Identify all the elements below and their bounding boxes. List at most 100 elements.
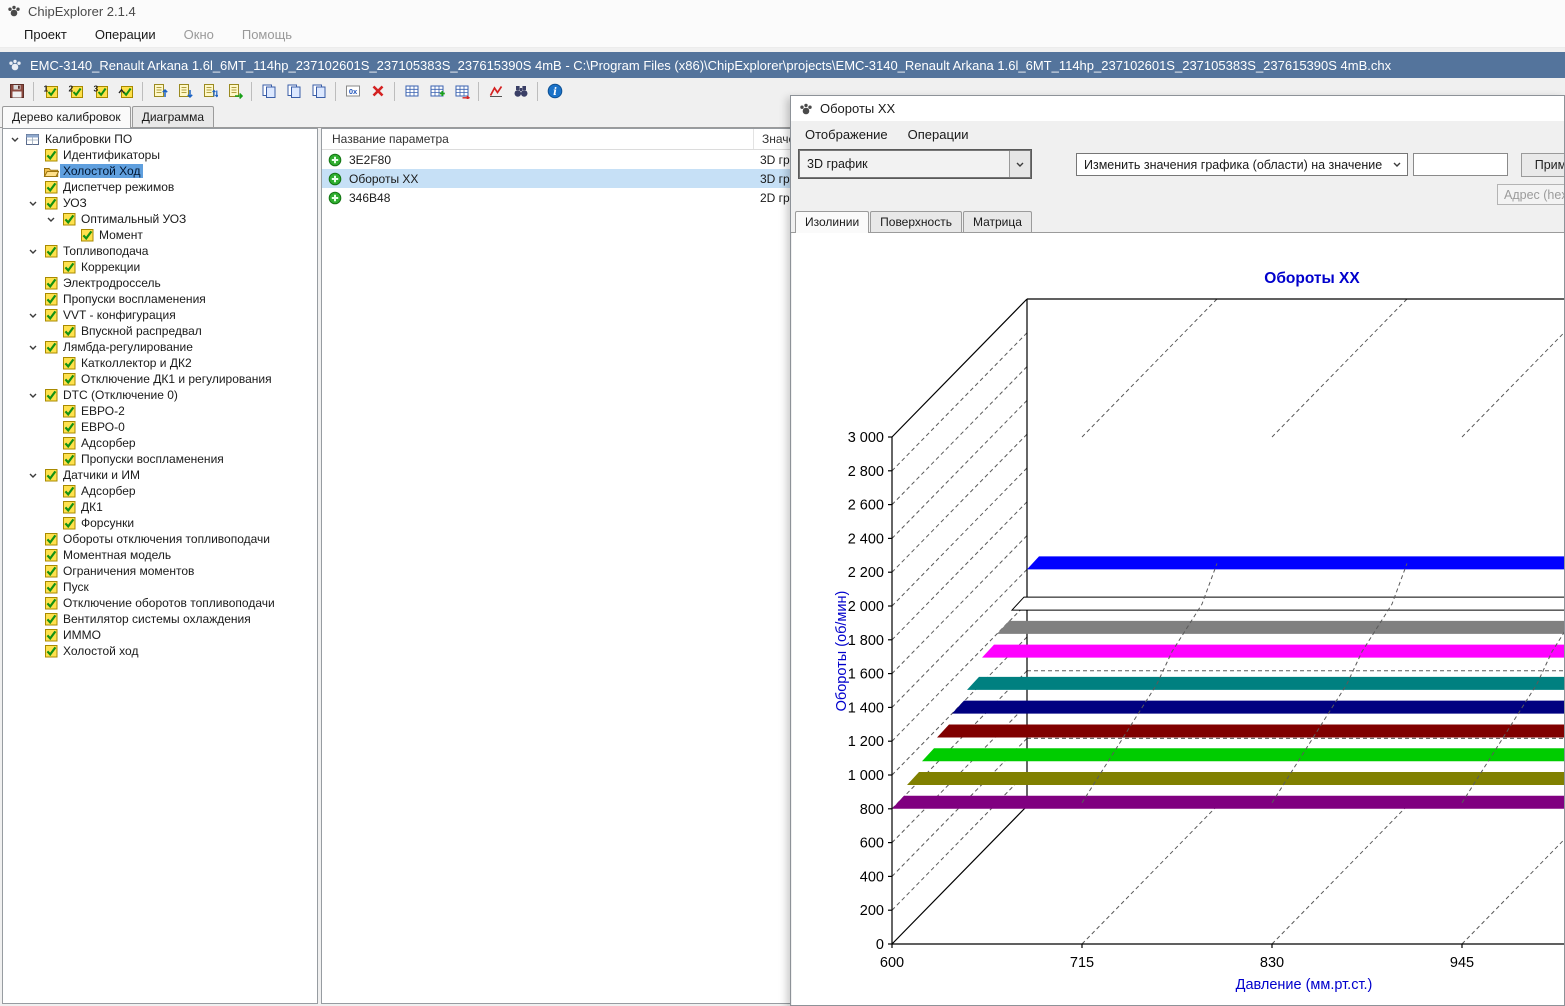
- collapse-tree-button[interactable]: [113, 79, 138, 103]
- table-export-button[interactable]: [449, 79, 474, 103]
- list-apply-button[interactable]: [222, 79, 247, 103]
- chevron-down-icon[interactable]: [25, 471, 41, 480]
- tree-item[interactable]: Топливоподача: [3, 243, 317, 259]
- chevron-down-icon[interactable]: [25, 343, 41, 352]
- operation-select[interactable]: Изменить значения графика (области) на з…: [1076, 153, 1408, 176]
- svg-text:Обороты XX: Обороты XX: [1264, 270, 1360, 287]
- tree-item[interactable]: ЕВРО-2: [3, 403, 317, 419]
- chevron-down-icon[interactable]: [25, 199, 41, 208]
- pw-tab-surface[interactable]: Поверхность: [870, 211, 962, 232]
- plus-icon: [328, 172, 344, 186]
- list-move-up-button[interactable]: [147, 79, 172, 103]
- hex-editor-button[interactable]: 0x: [340, 79, 365, 103]
- expand-level-1-button[interactable]: 1: [38, 79, 63, 103]
- chevron-down-icon[interactable]: [1386, 154, 1407, 175]
- tree-item[interactable]: ИММО: [3, 627, 317, 643]
- compare-2-button[interactable]: [281, 79, 306, 103]
- tree-item[interactable]: Впускной распредвал: [3, 323, 317, 339]
- tree-item[interactable]: Холостой ход: [3, 643, 317, 659]
- tree-item[interactable]: Форсунки: [3, 515, 317, 531]
- doc-down-icon: [177, 83, 193, 99]
- tab-diagram[interactable]: Диаграмма: [132, 106, 214, 127]
- tree-item[interactable]: ДК1: [3, 499, 317, 515]
- table-export-icon: [454, 83, 470, 99]
- tree-item[interactable]: Электродроссель: [3, 275, 317, 291]
- menu-item-project[interactable]: Проект: [10, 23, 81, 46]
- parameter-window-titlebar[interactable]: Обороты XX: [791, 96, 1564, 122]
- tree-item[interactable]: Идентификаторы: [3, 147, 317, 163]
- chevron-down-icon[interactable]: [1009, 151, 1030, 177]
- tree-item[interactable]: Калибровки ПО: [3, 131, 317, 147]
- chevron-down-icon[interactable]: [25, 391, 41, 400]
- delete-button[interactable]: [365, 79, 390, 103]
- table-view-button[interactable]: [399, 79, 424, 103]
- toolbar-separator: [251, 82, 252, 101]
- value-input[interactable]: [1413, 153, 1508, 176]
- tree-item[interactable]: Лямбда-регулирование: [3, 339, 317, 355]
- chart-view-button[interactable]: [483, 79, 508, 103]
- menu-item-window[interactable]: Окно: [170, 23, 228, 46]
- toolbar-separator: [142, 82, 143, 101]
- pw-menu-item-display[interactable]: Отображение: [795, 123, 898, 146]
- pw-tab-matrix[interactable]: Матрица: [963, 211, 1032, 232]
- main-menubar: ПроектОперацииОкноПомощь: [0, 22, 1565, 48]
- tree-item[interactable]: ЕВРО-0: [3, 419, 317, 435]
- tree-item[interactable]: Момент: [3, 227, 317, 243]
- check-icon: [59, 260, 78, 274]
- tree-item[interactable]: Адсорбер: [3, 435, 317, 451]
- chevron-down-icon[interactable]: [25, 247, 41, 256]
- tree-item[interactable]: Адсорбер: [3, 483, 317, 499]
- tree-item[interactable]: Катколлектор и ДК2: [3, 355, 317, 371]
- tree-item[interactable]: VVT - конфигурация: [3, 307, 317, 323]
- tree-item[interactable]: Пропуски воспламенения: [3, 291, 317, 307]
- check-icon: [59, 484, 78, 498]
- save-button[interactable]: [4, 79, 29, 103]
- tree-item[interactable]: Ограничения моментов: [3, 563, 317, 579]
- tab-tree[interactable]: Дерево калибровок: [2, 106, 131, 128]
- tree-item[interactable]: DTC (Отключение 0): [3, 387, 317, 403]
- tree-item[interactable]: Датчики и ИМ: [3, 467, 317, 483]
- tree-item[interactable]: Холостой Ход: [3, 163, 317, 179]
- chevron-down-icon[interactable]: [7, 135, 23, 144]
- menu-item-help[interactable]: Помощь: [228, 23, 306, 46]
- tree-item[interactable]: Обороты отключения топливоподачи: [3, 531, 317, 547]
- menu-item-operations[interactable]: Операции: [81, 23, 170, 46]
- tree-item[interactable]: Моментная модель: [3, 547, 317, 563]
- tree-item[interactable]: Вентилятор системы охлаждения: [3, 611, 317, 627]
- tree-item[interactable]: Пуск: [3, 579, 317, 595]
- list-sync-button[interactable]: [197, 79, 222, 103]
- display-mode-select[interactable]: 3D график: [799, 150, 1031, 178]
- check-icon: [41, 292, 60, 306]
- search-button[interactable]: [508, 79, 533, 103]
- tree-item[interactable]: Оптимальный УОЗ: [3, 211, 317, 227]
- tree-item[interactable]: Отключение ДК1 и регулирования: [3, 371, 317, 387]
- info-button[interactable]: i: [542, 79, 567, 103]
- list-move-down-button[interactable]: [172, 79, 197, 103]
- chart-area[interactable]: 02004006008001 0001 2001 4001 6001 8002 …: [792, 233, 1565, 1005]
- tree-item[interactable]: Пропуски воспламенения: [3, 451, 317, 467]
- pw-tab-isolines[interactable]: Изолинии: [795, 211, 869, 233]
- expand-level-2-button[interactable]: 2: [63, 79, 88, 103]
- chevron-down-icon[interactable]: [43, 215, 59, 224]
- svg-text:2 000: 2 000: [848, 599, 884, 615]
- chevron-down-icon[interactable]: [25, 311, 41, 320]
- svg-text:i: i: [553, 87, 557, 98]
- document-titlebar[interactable]: EMC-3140_Renault Arkana 1.6l_6MT_114hp_2…: [0, 52, 1565, 78]
- check-icon: [59, 516, 78, 530]
- app-icon: [7, 4, 21, 18]
- svg-text:2 800: 2 800: [848, 464, 884, 480]
- tree-item[interactable]: Диспетчер режимов: [3, 179, 317, 195]
- expand-level-3-button[interactable]: 3: [88, 79, 113, 103]
- tree-item[interactable]: Коррекции: [3, 259, 317, 275]
- apply-button[interactable]: Применить: [1521, 153, 1565, 177]
- document-title: EMC-3140_Renault Arkana 1.6l_6MT_114hp_2…: [30, 58, 1391, 73]
- app-titlebar[interactable]: ChipExplorer 2.1.4: [0, 0, 1565, 22]
- pw-menu-item-operations[interactable]: Операции: [898, 123, 979, 146]
- compare-1-button[interactable]: [256, 79, 281, 103]
- tree-item-label: Катколлектор и ДК2: [78, 356, 195, 370]
- tree-item[interactable]: Отключение оборотов топливоподачи: [3, 595, 317, 611]
- table-add-button[interactable]: [424, 79, 449, 103]
- tree-item[interactable]: УОЗ: [3, 195, 317, 211]
- column-header-name[interactable]: Название параметра: [322, 129, 754, 149]
- compare-3-button[interactable]: [306, 79, 331, 103]
